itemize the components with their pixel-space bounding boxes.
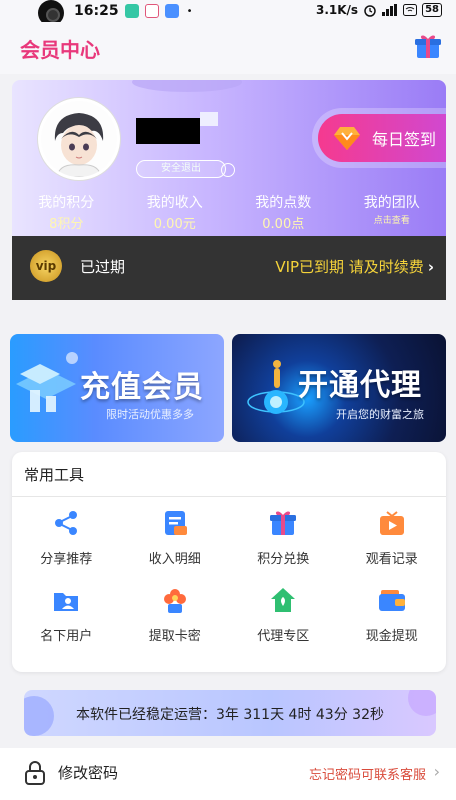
status-time: 16:25: [74, 3, 119, 19]
stat-label: 我的积分: [38, 195, 95, 211]
uptime-banner: 本软件已经稳定运营：3年 311天 4时 43分 32秒: [24, 690, 436, 736]
stat-value: 0.00元: [153, 217, 196, 232]
forgot-password-hint: 忘记密码可联系客服: [308, 768, 426, 783]
common-tools-panel: 常用工具 分享推荐 收入明细 积分兑换 观看记录 名下用户 提取卡密 代理专区 …: [12, 452, 446, 672]
alarm-icon: [364, 5, 376, 17]
tool-label: 现金提现: [365, 629, 418, 644]
divider: [12, 496, 446, 497]
username-redacted: [136, 112, 218, 144]
status-bar: 16:25 • 3.1K/s 58: [0, 0, 456, 26]
notification-app-icon: [124, 4, 139, 18]
vip-badge-icon: vip: [30, 250, 62, 282]
stat-credits[interactable]: 我的点数 0.00点: [229, 192, 338, 232]
diamond-icon: [334, 127, 360, 150]
tool-watch-history[interactable]: 观看记录: [338, 508, 447, 567]
tool-label: 收入明细: [148, 552, 201, 567]
users-folder-icon: [54, 593, 79, 611]
vip-status-bar[interactable]: vip 已过期 VIP已到期 请及时续费 ›: [12, 236, 446, 300]
tool-income-detail[interactable]: 收入明细: [121, 508, 230, 567]
wallet-icon: [378, 590, 405, 611]
recharge-banner-title: 充值会员: [80, 370, 204, 405]
share-icon: [55, 511, 78, 535]
tools-grid: 分享推荐 收入明细 积分兑换 观看记录 名下用户 提取卡密 代理专区 现金提现: [12, 508, 446, 644]
stat-value: 0.00点: [262, 217, 305, 232]
stat-value: 8积分: [49, 217, 84, 232]
daily-checkin-button[interactable]: 每日签到: [318, 114, 446, 162]
tool-label: 名下用户: [40, 629, 93, 644]
vip-status: 已过期: [80, 258, 126, 276]
app-header: 会员中心: [0, 22, 456, 74]
stat-label: 我的点数: [255, 195, 312, 211]
gift-icon: [270, 511, 297, 535]
tool-label: 代理专区: [257, 629, 310, 644]
member-card-top: 安全退出 每日签到 我的积分 8积分 我的收入 0.00元 我的点数 0.00点…: [12, 80, 446, 236]
tools-title: 常用工具: [24, 466, 85, 484]
notification-cloud-icon: [164, 4, 179, 18]
tool-label: 提取卡密: [148, 629, 201, 644]
card-key-icon: [163, 589, 186, 613]
status-right: 3.1K/s 58: [316, 3, 442, 17]
agent-home-icon: [271, 588, 296, 612]
tool-extract-card-key[interactable]: 提取卡密: [121, 585, 230, 644]
member-stats: 我的积分 8积分 我的收入 0.00元 我的点数 0.00点 我的团队 点击查看: [12, 192, 446, 232]
avatar[interactable]: [38, 98, 120, 180]
notification-dot: •: [186, 5, 193, 17]
page-title: 会员中心: [20, 38, 100, 62]
chevron-right-icon: ›: [427, 258, 434, 276]
agent-banner-subtitle: 开启您的财富之旅: [336, 408, 424, 421]
battery-level: 58: [422, 3, 442, 17]
video-history-icon: [379, 511, 404, 535]
stat-income[interactable]: 我的收入 0.00元: [121, 192, 230, 232]
logout-button[interactable]: 安全退出: [136, 160, 235, 178]
vip-renew-link[interactable]: VIP已到期 请及时续费 ›: [275, 256, 434, 277]
tool-label: 观看记录: [365, 552, 418, 567]
tool-my-users[interactable]: 名下用户: [12, 585, 121, 644]
tool-label: 分享推荐: [40, 552, 93, 567]
uptime-text: 本软件已经稳定运营：3年 311天 4时 43分 32秒: [76, 707, 384, 723]
open-agent-banner[interactable]: 开通代理 开启您的财富之旅: [232, 334, 446, 442]
avatar-image: [41, 101, 117, 177]
tool-label: 积分兑换: [257, 552, 310, 567]
tool-points-exchange[interactable]: 积分兑换: [229, 508, 338, 567]
stat-label: 我的收入: [146, 195, 203, 211]
agent-banner-title: 开通代理: [298, 368, 422, 403]
isometric-dashboard-illustration: [16, 352, 78, 412]
vip-renew-text: VIP已到期 请及时续费: [275, 258, 424, 276]
change-password-row[interactable]: 修改密码 忘记密码可联系客服 ›: [0, 748, 456, 800]
stat-label: 我的团队: [363, 195, 420, 211]
recharge-banner-subtitle: 限时活动优惠多多: [106, 408, 194, 421]
tool-cash-withdraw[interactable]: 现金提现: [338, 585, 447, 644]
tool-share[interactable]: 分享推荐: [12, 508, 121, 567]
recharge-member-banner[interactable]: 充值会员 限时活动优惠多多: [10, 334, 224, 442]
change-password-label: 修改密码: [58, 764, 119, 782]
gift-icon[interactable]: [414, 32, 442, 60]
tool-agent-zone[interactable]: 代理专区: [229, 585, 338, 644]
notification-shield-icon: [144, 4, 159, 18]
stat-points[interactable]: 我的积分 8积分: [12, 192, 121, 232]
lock-icon: [25, 761, 45, 785]
daily-checkin-label: 每日签到: [372, 130, 437, 149]
wifi-icon: [403, 4, 418, 16]
signal-icon: [382, 4, 398, 16]
member-card: 安全退出 每日签到 我的积分 8积分 我的收入 0.00元 我的点数 0.00点…: [12, 80, 446, 300]
stat-value: 点击查看: [373, 216, 410, 226]
chevron-right-icon: ›: [433, 762, 440, 781]
stat-team[interactable]: 我的团队 点击查看: [338, 192, 447, 232]
network-speed: 3.1K/s: [315, 3, 359, 17]
income-detail-icon: [164, 511, 187, 535]
member-center-page: 16:25 • 3.1K/s 58 会员中心 安全退出 每日签到 我的积分 8积…: [0, 0, 456, 800]
